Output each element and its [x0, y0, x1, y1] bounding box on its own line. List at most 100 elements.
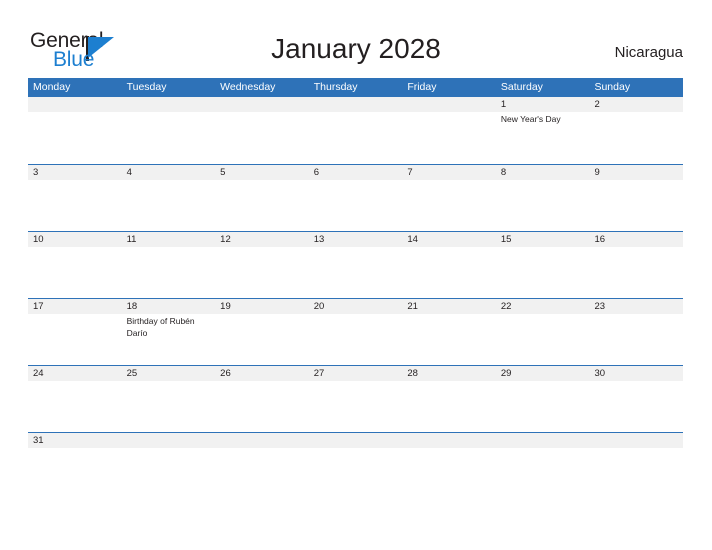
calendar-day-cell[interactable]: 27: [308, 366, 403, 432]
day-number: 10: [33, 234, 44, 245]
calendar-day-cell[interactable]: 15: [495, 232, 590, 298]
calendar-day-cell-empty: [495, 433, 590, 499]
calendar-day-cell[interactable]: 10: [28, 232, 122, 298]
calendar-day-cell[interactable]: 31: [28, 433, 122, 499]
calendar-day-cell[interactable]: 8: [495, 165, 590, 231]
calendar-day-cell[interactable]: 16: [589, 232, 684, 298]
calendar-day-cell-empty: [215, 97, 309, 164]
calendar-day-cell-empty: [402, 97, 496, 164]
day-number-band: [215, 97, 309, 112]
calendar-day-cell-empty: [402, 433, 496, 499]
day-number: 11: [126, 234, 137, 245]
calendar-day-cell[interactable]: 25: [121, 366, 216, 432]
day-number: 21: [407, 301, 418, 312]
calendar-day-cell[interactable]: 26: [215, 366, 309, 432]
day-number-band: [402, 97, 496, 112]
calendar-day-cell[interactable]: 21: [402, 299, 496, 365]
calendar-day-cell[interactable]: 12: [215, 232, 309, 298]
calendar-grid: Monday Tuesday Wednesday Thursday Friday…: [28, 78, 684, 499]
day-number: 25: [126, 368, 138, 379]
day-of-week-header-row: Monday Tuesday Wednesday Thursday Friday…: [28, 78, 683, 97]
day-number-band: [28, 97, 122, 112]
dow-header-friday: Friday: [407, 81, 437, 93]
day-number: 22: [500, 301, 512, 312]
week-cells: 24 25 26 27 28 29 30: [28, 366, 684, 432]
day-number-band: [28, 165, 122, 180]
day-number: 15: [500, 234, 512, 245]
day-number: 27: [313, 368, 325, 379]
calendar-day-cell[interactable]: 3: [28, 165, 122, 231]
calendar-day-cell-empty: [308, 433, 403, 499]
calendar-day-cell[interactable]: 20: [308, 299, 403, 365]
calendar-day-cell[interactable]: 24: [28, 366, 122, 432]
day-number-band: [402, 433, 496, 448]
calendar-day-cell[interactable]: 6: [308, 165, 403, 231]
calendar-day-cell[interactable]: 2: [589, 97, 684, 164]
day-number-band: [121, 97, 216, 112]
calendar-weeks: 1 New Year's Day 2 3 4 5 6 7 8 9 10 11 12 13 14 15 16 17 1…: [28, 97, 684, 499]
day-number-band: [495, 433, 590, 448]
calendar-day-cell[interactable]: 19: [215, 299, 309, 365]
dow-header-wednesday: Wednesday: [220, 81, 276, 93]
day-number: 5: [220, 167, 226, 178]
calendar-day-cell[interactable]: 23: [589, 299, 684, 365]
week-cells: 17 18 Birthday of Rubén Darío 19 20 21 22 23: [28, 299, 684, 365]
day-events: Birthday of Rubén Darío: [127, 316, 212, 339]
page-header: General Blue January 2028 Nicaragua: [0, 0, 712, 78]
day-number-band: [589, 433, 684, 448]
calendar-day-cell-empty: [121, 97, 216, 164]
dow-header-sunday: Sunday: [594, 81, 631, 93]
day-number: 2: [594, 99, 600, 110]
calendar-day-cell[interactable]: 1 New Year's Day: [495, 97, 590, 164]
day-number-band: [495, 97, 590, 112]
holiday-event-label: New Year's Day: [500, 114, 561, 124]
calendar-week-row: 1 New Year's Day 2: [28, 97, 684, 164]
calendar-day-cell[interactable]: 18 Birthday of Rubén Darío: [121, 299, 216, 365]
calendar-week-row: 3 4 5 6 7 8 9: [28, 164, 684, 231]
day-number-band: [308, 97, 403, 112]
calendar-day-cell-empty: [308, 97, 403, 164]
calendar-day-cell[interactable]: 29: [495, 366, 590, 432]
day-number: 7: [407, 167, 413, 178]
country-label: Nicaragua: [614, 44, 683, 61]
calendar-day-cell[interactable]: 4: [121, 165, 216, 231]
day-number: 28: [407, 368, 418, 379]
calendar-week-row: 31: [28, 432, 684, 499]
day-number: 6: [313, 167, 320, 178]
day-number: 16: [594, 234, 606, 245]
day-number-band: [308, 165, 403, 180]
calendar-week-row: 24 25 26 27 28 29 30: [28, 365, 684, 432]
calendar-day-cell-empty: [121, 433, 216, 499]
day-number-band: [121, 165, 216, 180]
page-title: January 2028: [271, 33, 441, 64]
calendar-day-cell[interactable]: 5: [215, 165, 309, 231]
calendar-day-cell[interactable]: 9: [589, 165, 684, 231]
calendar-day-cell[interactable]: 14: [402, 232, 496, 298]
day-number: 18: [126, 301, 138, 312]
week-cells: 10 11 12 13 14 15 16: [28, 232, 684, 298]
day-number-band: [215, 433, 309, 448]
day-number: 26: [220, 368, 231, 379]
dow-header-monday: Monday: [33, 81, 71, 93]
day-number: 1: [500, 99, 507, 110]
day-number-band: [402, 165, 496, 180]
day-number-band: [589, 97, 684, 112]
day-number-band: [589, 165, 684, 180]
day-number: 19: [220, 301, 231, 312]
day-number-band: [215, 165, 309, 180]
day-number: 20: [313, 301, 325, 312]
calendar-day-cell-empty: [28, 97, 122, 164]
calendar-day-cell[interactable]: 17: [28, 299, 122, 365]
calendar-day-cell[interactable]: 22: [495, 299, 590, 365]
calendar-day-cell[interactable]: 28: [402, 366, 496, 432]
calendar-day-cell-empty: [215, 433, 309, 499]
calendar-day-cell[interactable]: 30: [589, 366, 684, 432]
calendar-day-cell[interactable]: 11: [121, 232, 216, 298]
calendar-day-cell[interactable]: 7: [402, 165, 496, 231]
day-number: 31: [33, 435, 44, 446]
day-number: 12: [220, 234, 231, 245]
day-number: 29: [500, 368, 512, 379]
calendar-day-cell[interactable]: 13: [308, 232, 403, 298]
week-cells: 31: [28, 433, 684, 499]
day-number: 4: [126, 167, 132, 178]
